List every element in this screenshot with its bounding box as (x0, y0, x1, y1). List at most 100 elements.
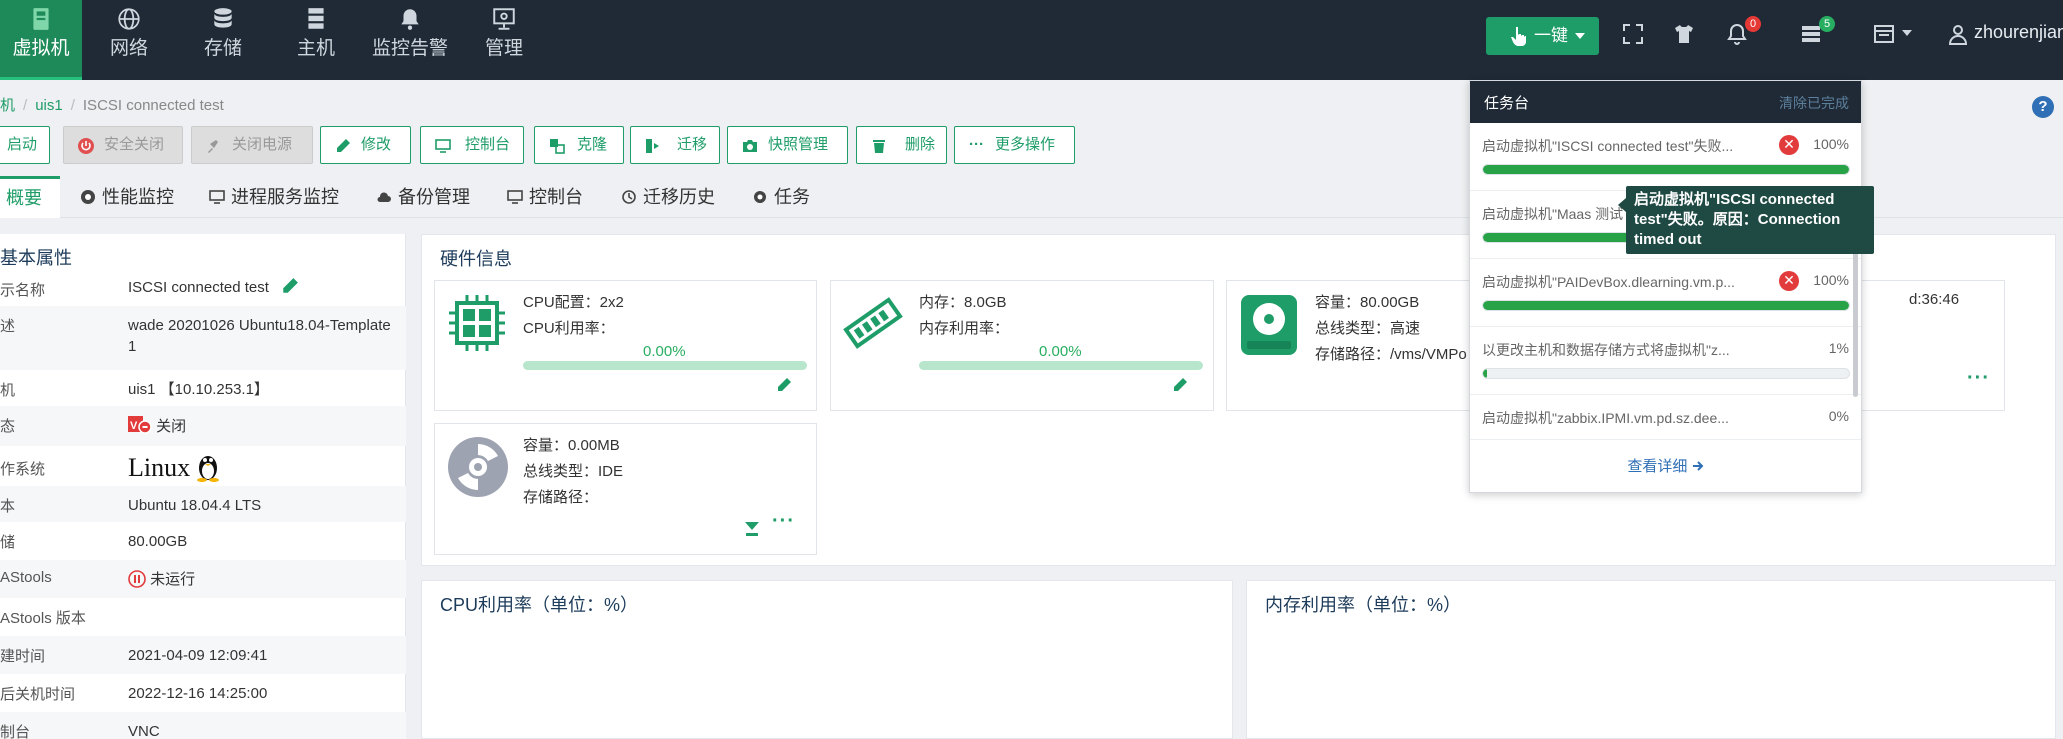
tab-label: 控制台 (529, 187, 583, 207)
button-label: 修改 (361, 136, 392, 153)
button-label: 启动 (7, 136, 38, 153)
task-item[interactable]: 以更改主机和数据存储方式将虚拟机"z... 1% (1470, 327, 1861, 395)
migrate-button[interactable]: 迁移 (630, 126, 720, 164)
cdrom-bus-type: 总线类型：IDE (523, 463, 624, 480)
tab-console[interactable]: 控制台 (507, 176, 583, 218)
ellipsis-icon[interactable]: ··· (1967, 367, 1990, 390)
attr-value: Linux (128, 450, 398, 482)
fullscreen-icon[interactable] (1621, 22, 1645, 46)
theme-shirt-icon[interactable] (1672, 22, 1696, 46)
nav-storage[interactable]: 存储 (192, 0, 254, 80)
tab-process[interactable]: 进程服务监控 (209, 176, 339, 218)
history-icon (622, 190, 636, 204)
arrow-right-icon (1692, 461, 1704, 471)
username[interactable]: zhourenjian (1974, 22, 2063, 43)
disk-storage-path: 存储路径：/vms/VMPo (1315, 346, 1467, 363)
breadcrumb-host[interactable]: uis1 (35, 97, 63, 114)
edit-icon[interactable] (776, 377, 792, 393)
server-icon (308, 8, 324, 29)
task-item[interactable]: 启动虚拟机"PAIDevBox.dlearning.vm.p... ✕ 100% (1470, 259, 1861, 327)
modify-button[interactable]: 修改 (320, 126, 411, 164)
more-actions-button[interactable]: ··· 更多操作 (954, 126, 1075, 164)
attr-key: 作系统 (0, 461, 46, 478)
attr-value: V 关闭 (128, 415, 398, 437)
attr-key: AStools 版本 (0, 610, 86, 627)
task-count-badge: 5 (1819, 16, 1835, 32)
attr-key: AStools (0, 569, 52, 586)
power-icon (78, 138, 94, 154)
bell-icon (401, 9, 419, 30)
task-error-tooltip: 启动虚拟机"ISCSI connected test"失败。原因：Connect… (1618, 186, 1874, 254)
clone-button[interactable]: 克隆 (534, 126, 624, 164)
task-name: 启动虚拟机"PAIDevBox.dlearning.vm.p... (1482, 274, 1735, 290)
attr-key: 机 (0, 382, 16, 399)
nav-network[interactable]: 网络 (98, 0, 160, 80)
nav-admin[interactable]: 管理 (473, 0, 535, 80)
tab-backup[interactable]: 备份管理 (376, 176, 470, 218)
view-details-link[interactable]: 查看详细 (1470, 439, 1861, 493)
edit-icon[interactable] (281, 277, 299, 295)
attr-row: 作系统 Linux (0, 446, 406, 486)
breadcrumb-vm[interactable]: 机 (0, 97, 15, 114)
ellipsis-icon[interactable]: ··· (772, 510, 795, 533)
task-name: 启动虚拟机"ISCSI connected test"失败... (1482, 138, 1734, 154)
notification-bell[interactable]: 0 (1725, 16, 1761, 46)
vm-off-status-icon: V (128, 416, 152, 434)
tools-status: 未运行 (150, 571, 196, 588)
onekey-button[interactable]: 一键 (1486, 17, 1599, 55)
nav-vm[interactable]: 虚拟机 (0, 0, 82, 80)
attr-row: AStools 未运行 (0, 560, 406, 598)
attr-value: 未运行 (128, 569, 398, 590)
snapshot-button[interactable]: 快照管理 (727, 126, 848, 164)
tab-label: 概要 (6, 188, 42, 208)
tab-migration-history[interactable]: 迁移历史 (621, 176, 715, 218)
attr-key: 态 (0, 418, 16, 435)
delete-button[interactable]: 删除 (856, 126, 947, 164)
tab-performance[interactable]: 性能监控 (80, 176, 174, 218)
attr-row: 述 wade 20201026 Ubuntu18.04-Template 1 (0, 306, 406, 370)
tab-tasks[interactable]: 任务 (752, 176, 810, 218)
console-button[interactable]: 控制台 (420, 126, 524, 164)
attr-key: 制台 (0, 724, 31, 739)
cpu-usage-bar (523, 361, 807, 370)
attr-row: 态 V 关闭 (0, 406, 406, 446)
status-text: 关闭 (156, 418, 187, 435)
tab-label: 备份管理 (398, 187, 470, 207)
task-list-toggle[interactable]: 5 (1799, 16, 1835, 46)
tab-summary[interactable]: 概要 (0, 176, 60, 218)
task-progress-bar (1482, 300, 1850, 311)
error-icon: ✕ (1779, 135, 1799, 155)
attr-key: 述 (0, 318, 16, 335)
safe-shutdown-button[interactable]: 安全关闭 (63, 126, 183, 164)
layout-menu[interactable] (1872, 22, 1912, 46)
svg-text:V: V (130, 420, 138, 432)
monitor-icon (209, 190, 225, 204)
start-button[interactable]: 启动 (0, 126, 50, 164)
hard-disk-icon (1241, 295, 1297, 355)
edit-icon[interactable] (1172, 377, 1188, 393)
cpu-usage-label: CPU利用率： (523, 320, 615, 337)
clear-completed-link[interactable]: 清除已完成 (1779, 93, 1849, 113)
attr-value: 2022-12-16 14:25:00 (128, 685, 268, 702)
task-item[interactable]: 启动虚拟机"ISCSI connected test"失败... ✕ 100% (1470, 123, 1861, 191)
cdrom-storage-path: 存储路径： (523, 489, 599, 506)
nav-host[interactable]: 主机 (285, 0, 347, 80)
help-icon[interactable]: ? (2032, 96, 2054, 118)
attr-row: 储 80.00GB (0, 522, 406, 560)
task-item[interactable]: 启动虚拟机"zabbix.IPMI.vm.pd.sz.dee... 0% (1470, 395, 1861, 439)
attr-value: 2021-04-09 12:09:41 (128, 647, 268, 664)
migrate-icon (646, 139, 659, 153)
nav-monitoring[interactable]: 监控告警 (368, 0, 452, 80)
gear-icon (754, 191, 766, 203)
eject-icon[interactable] (743, 520, 761, 538)
tab-label: 任务 (774, 187, 810, 207)
attr-row: 示名称 ISCSI connected test (0, 270, 406, 306)
nav-label: 监控告警 (371, 38, 448, 59)
task-name: 启动虚拟机"zabbix.IPMI.vm.pd.sz.dee... (1482, 410, 1729, 426)
window-icon (1874, 25, 1894, 43)
power-off-button[interactable]: 关闭电源 (191, 126, 313, 164)
attr-value: wade 20201026 Ubuntu18.04-Template 1 (128, 317, 391, 355)
user-icon[interactable] (1946, 22, 1970, 46)
chart-title: 内存利用率（单位：%） (1265, 595, 1462, 615)
vm-icon (33, 8, 49, 30)
